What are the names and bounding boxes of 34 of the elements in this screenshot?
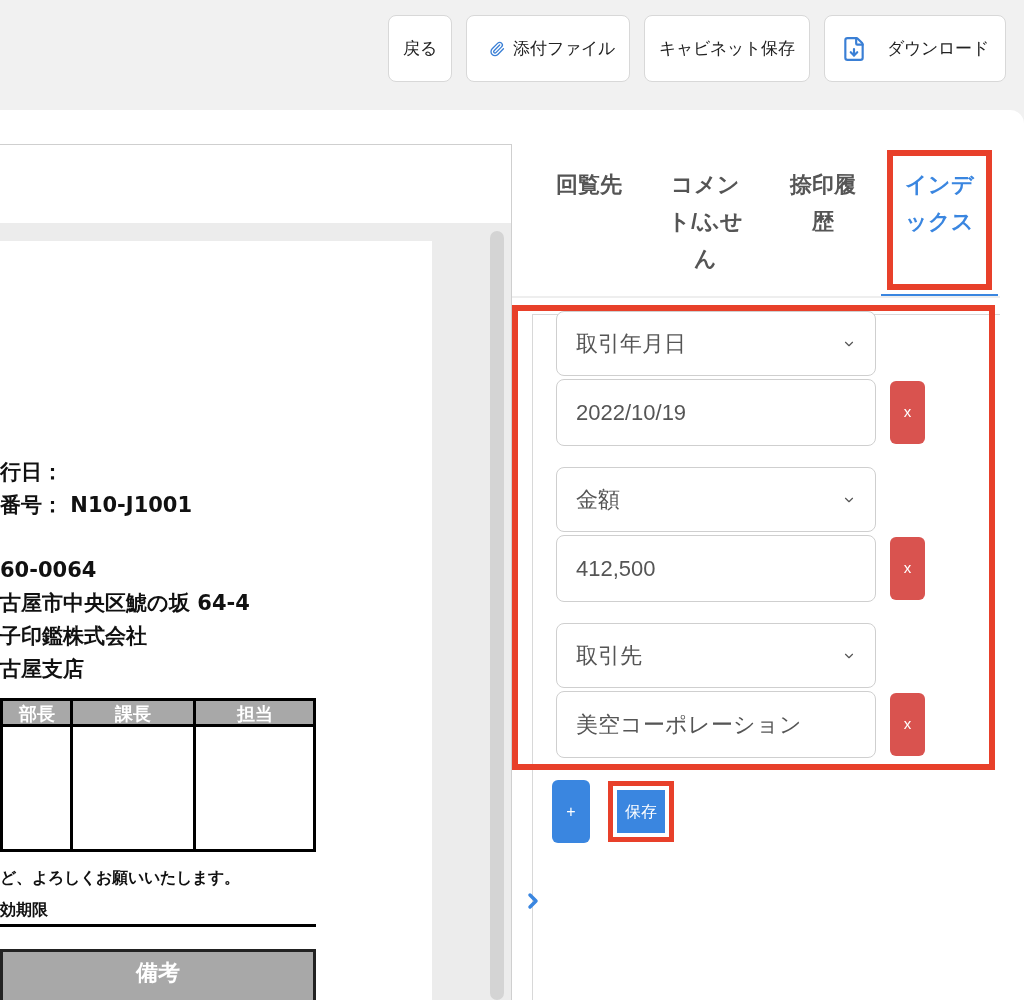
scrollbar[interactable] (490, 231, 504, 1000)
table-header: 課長 (73, 701, 196, 727)
remove-button[interactable]: x (890, 537, 925, 600)
document-text: 古屋支店 (0, 656, 85, 683)
tab[interactable]: 回覧先 (530, 144, 647, 296)
paperclip-icon (489, 40, 505, 57)
add-button[interactable]: + (552, 780, 590, 843)
remarks-header: 備考 (0, 949, 316, 1000)
tab[interactable]: 捺印履歴 (764, 144, 881, 296)
save-button[interactable]: 保存 (617, 790, 665, 833)
document-text: 行日： (0, 459, 64, 486)
field-select[interactable]: 取引年月日 (556, 311, 876, 376)
table-header: 部長 (3, 701, 73, 727)
toolbar-button[interactable]: 添付ファイル (466, 15, 630, 82)
document-text: 番号： N10-J1001 (0, 492, 194, 519)
toolbar-button[interactable]: 戻る (388, 15, 452, 82)
tab[interactable]: コメント/ふせん (647, 144, 764, 296)
input-field[interactable]: 美空コーポレーション (556, 691, 876, 758)
remove-button[interactable]: x (890, 381, 925, 444)
toolbar-button[interactable]: ダウンロード (824, 15, 1006, 82)
document-text: 60-0064 (0, 557, 98, 584)
input-field[interactable]: 412,500 (556, 535, 876, 602)
input-field[interactable]: 2022/10/19 (556, 379, 876, 446)
tab[interactable]: インデックス (881, 144, 998, 296)
document-text: 古屋市中央区鯱の坂 64-4 (0, 590, 251, 617)
toolbar-button[interactable]: キャビネット保存 (644, 15, 810, 82)
table-header: 担当 (196, 701, 313, 727)
download-icon (841, 34, 867, 63)
field-select[interactable]: 金額 (556, 467, 876, 532)
document-text: ど、よろしくお願いいたします。 (0, 867, 241, 889)
remove-button[interactable]: x (890, 693, 925, 756)
field-select[interactable]: 取引先 (556, 623, 876, 688)
document-text: 効期限 (0, 898, 316, 927)
document-text: 子印鑑株式会社 (0, 623, 148, 650)
